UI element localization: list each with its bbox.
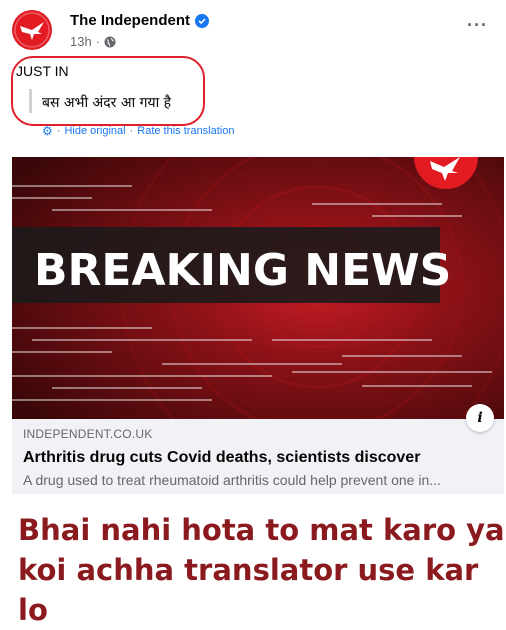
page-name-text[interactable]: The Independent — [70, 12, 190, 29]
post-header: The Independent 13h · ··· — [12, 10, 494, 50]
caption-line-1: Bhai nahi hota to mat karo ya — [18, 513, 505, 547]
link-card-text[interactable]: INDEPENDENT.CO.UK Arthritis drug cuts Co… — [23, 427, 493, 488]
eagle-logo-icon — [14, 12, 50, 48]
translation-quote-bar — [29, 89, 32, 113]
breaking-news-image[interactable]: BREAKING NEWS — [12, 157, 504, 419]
separator-dot: · — [95, 34, 101, 49]
post-meta: 13h · — [70, 34, 116, 49]
facebook-post: The Independent 13h · ··· JUST IN बस अभी… — [0, 0, 506, 500]
meme-caption: Bhai nahi hota to mat karo ya koi achha … — [18, 510, 506, 630]
link-domain: INDEPENDENT.CO.UK — [23, 427, 153, 441]
gear-icon[interactable]: ⚙ — [42, 124, 53, 138]
translation-links: ⚙ · Hide original · Rate this translatio… — [42, 124, 234, 138]
verified-badge-icon — [195, 13, 209, 28]
rate-translation-link[interactable]: Rate this translation — [137, 125, 234, 137]
breaking-news-text: BREAKING NEWS — [34, 245, 451, 296]
page-name[interactable]: The Independent — [70, 12, 209, 29]
avatar[interactable] — [12, 10, 52, 50]
more-options-icon[interactable]: ··· — [467, 16, 488, 34]
post-translated-text: बस अभी अंदर आ गया है — [42, 95, 172, 111]
hide-original-link[interactable]: Hide original — [64, 125, 125, 137]
globe-icon — [104, 36, 116, 47]
separator-dot: · — [129, 125, 134, 137]
link-headline[interactable]: Arthritis drug cuts Covid deaths, scient… — [23, 449, 493, 467]
link-description: A drug used to treat rheumatoid arthriti… — [23, 472, 441, 488]
post-timestamp[interactable]: 13h — [70, 34, 92, 49]
caption-line-2: koi achha translator use kar lo — [18, 553, 479, 627]
post-original-text: JUST IN — [16, 63, 69, 79]
link-preview-card[interactable]: BREAKING NEWS i INDEPENDENT.CO.UK Arthri… — [12, 157, 504, 494]
separator-dot: · — [56, 125, 61, 137]
